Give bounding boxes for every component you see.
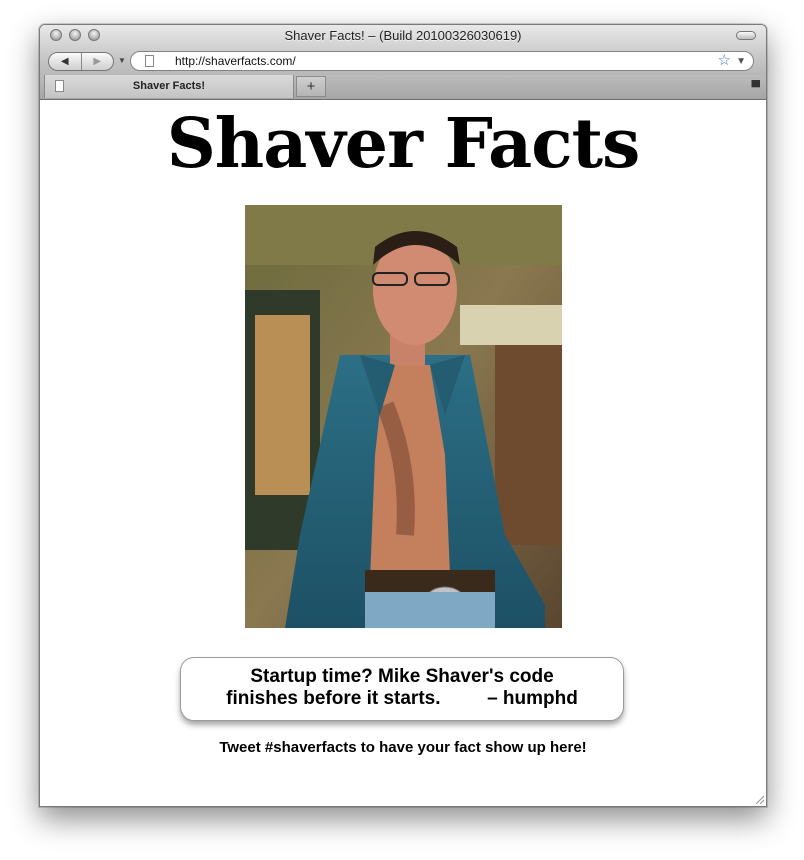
history-dropdown-icon[interactable]: ▼ bbox=[118, 56, 126, 65]
toolbar-toggle-button[interactable] bbox=[736, 31, 756, 40]
portrait-photo bbox=[245, 205, 562, 628]
title-bar: Shaver Facts! – (Build 20100326030619) ◀… bbox=[40, 25, 766, 76]
tab-label: Shaver Facts! bbox=[132, 80, 206, 92]
back-button[interactable]: ◀ bbox=[49, 53, 81, 70]
new-tab-button[interactable]: + bbox=[296, 76, 326, 97]
promo-text: Tweet #shaverfacts to have your fact sho… bbox=[219, 739, 587, 756]
resize-grip-icon[interactable] bbox=[754, 794, 764, 804]
forward-button[interactable]: ▶ bbox=[80, 53, 114, 70]
url-bar[interactable]: http://shaverfacts.com/ ☆ ▼ bbox=[130, 51, 754, 71]
nav-buttons: ◀ ▶ bbox=[48, 52, 114, 71]
window-title: Shaver Facts! – (Build 20100326030619) bbox=[284, 28, 522, 43]
page-icon bbox=[145, 55, 154, 67]
url-dropdown-icon[interactable]: ▼ bbox=[736, 53, 746, 71]
tab-list-icon[interactable]: ▀ bbox=[751, 80, 760, 94]
star-icon[interactable]: ☆ bbox=[718, 52, 731, 70]
tab-bar: Shaver Facts! + ▀ bbox=[40, 75, 766, 100]
portrait-image bbox=[245, 205, 562, 628]
page-content: Shaver Facts Startup time? Mike Shaver's… bbox=[40, 100, 766, 806]
fact-line-2: finishes before it starts. – humphd bbox=[181, 688, 623, 710]
fact-line-1: Startup time? Mike Shaver's code bbox=[250, 666, 554, 687]
fact-text: finishes before it starts. bbox=[226, 688, 441, 709]
browser-window: Shaver Facts! – (Build 20100326030619) ◀… bbox=[39, 24, 767, 807]
fact-bubble: Startup time? Mike Shaver's code finishe… bbox=[180, 657, 624, 721]
fact-author: – humphd bbox=[487, 688, 578, 709]
url-text[interactable]: http://shaverfacts.com/ bbox=[175, 54, 296, 68]
tab-shaver-facts[interactable]: Shaver Facts! bbox=[44, 75, 294, 98]
page-heading: Shaver Facts bbox=[166, 104, 641, 184]
